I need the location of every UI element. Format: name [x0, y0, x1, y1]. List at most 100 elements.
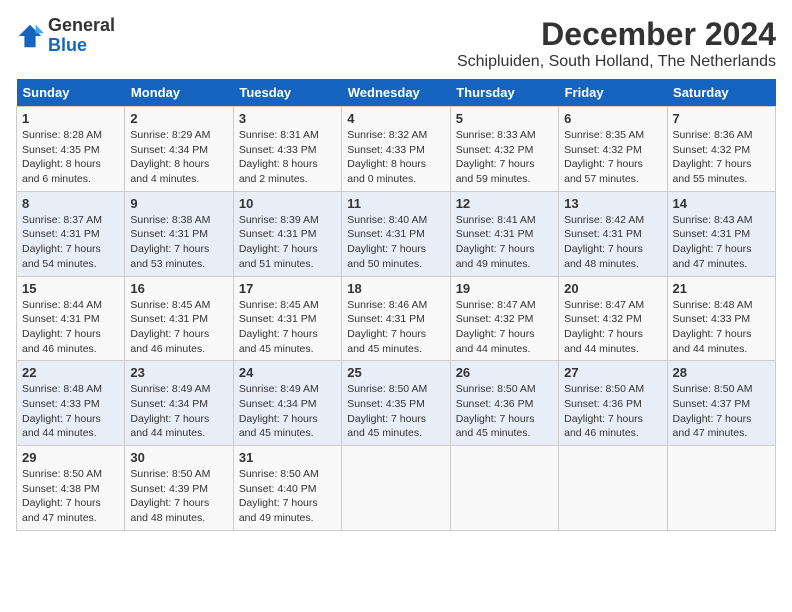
day-number: 25 — [347, 365, 444, 380]
calendar-cell: 23 Sunrise: 8:49 AMSunset: 4:34 PMDayligh… — [125, 361, 233, 446]
day-info: Sunrise: 8:50 AMSunset: 4:36 PMDaylight:… — [564, 382, 661, 441]
day-number: 14 — [673, 196, 770, 211]
calendar-cell: 15 Sunrise: 8:44 AMSunset: 4:31 PMDayligh… — [17, 276, 125, 361]
day-info: Sunrise: 8:50 AMSunset: 4:38 PMDaylight:… — [22, 467, 119, 526]
day-info: Sunrise: 8:40 AMSunset: 4:31 PMDaylight:… — [347, 213, 444, 272]
day-header-saturday: Saturday — [667, 79, 775, 107]
calendar-cell: 9 Sunrise: 8:38 AMSunset: 4:31 PMDaylight… — [125, 191, 233, 276]
calendar-cell: 11Sunrise: 8:40 AMSunset: 4:31 PMDayligh… — [342, 191, 450, 276]
day-number: 15 — [22, 281, 119, 296]
day-header-thursday: Thursday — [450, 79, 558, 107]
calendar-cell: 26Sunrise: 8:50 AMSunset: 4:36 PMDayligh… — [450, 361, 558, 446]
logo-general: General — [48, 15, 115, 35]
day-info: Sunrise: 8:47 AMSunset: 4:32 PMDaylight:… — [564, 298, 661, 357]
day-number: 21 — [673, 281, 770, 296]
day-info: Sunrise: 8:33 AMSunset: 4:32 PMDaylight:… — [456, 128, 553, 187]
calendar-cell — [667, 446, 775, 531]
day-info: Sunrise: 8:50 AMSunset: 4:35 PMDaylight:… — [347, 382, 444, 441]
day-info: Sunrise: 8:48 AMSunset: 4:33 PMDaylight:… — [673, 298, 770, 357]
day-number: 4 — [347, 111, 444, 126]
day-number: 10 — [239, 196, 336, 211]
day-info: Sunrise: 8:49 AMSunset: 4:34 PMDaylight:… — [130, 382, 227, 441]
calendar-cell — [559, 446, 667, 531]
calendar-cell: 24Sunrise: 8:49 AMSunset: 4:34 PMDayligh… — [233, 361, 341, 446]
week-row-4: 22 Sunrise: 8:48 AMSunset: 4:33 PMDayligh… — [17, 361, 776, 446]
calendar-cell: 29 Sunrise: 8:50 AMSunset: 4:38 PMDayligh… — [17, 446, 125, 531]
calendar-cell — [450, 446, 558, 531]
calendar-title: December 2024 — [457, 16, 776, 53]
calendar-cell: 5 Sunrise: 8:33 AMSunset: 4:32 PMDaylight… — [450, 107, 558, 192]
day-info: Sunrise: 8:38 AMSunset: 4:31 PMDaylight:… — [130, 213, 227, 272]
day-number: 19 — [456, 281, 553, 296]
day-number: 28 — [673, 365, 770, 380]
day-info: Sunrise: 8:45 AMSunset: 4:31 PMDaylight:… — [130, 298, 227, 357]
calendar-cell: 18Sunrise: 8:46 AMSunset: 4:31 PMDayligh… — [342, 276, 450, 361]
day-number: 18 — [347, 281, 444, 296]
day-header-tuesday: Tuesday — [233, 79, 341, 107]
day-info: Sunrise: 8:28 AMSunset: 4:35 PMDaylight:… — [22, 128, 119, 187]
calendar-cell: 16 Sunrise: 8:45 AMSunset: 4:31 PMDayligh… — [125, 276, 233, 361]
day-number: 20 — [564, 281, 661, 296]
day-header-friday: Friday — [559, 79, 667, 107]
calendar-cell: 19 Sunrise: 8:47 AMSunset: 4:32 PMDayligh… — [450, 276, 558, 361]
calendar-cell: 30Sunrise: 8:50 AMSunset: 4:39 PMDayligh… — [125, 446, 233, 531]
day-info: Sunrise: 8:43 AMSunset: 4:31 PMDaylight:… — [673, 213, 770, 272]
week-row-1: 1 Sunrise: 8:28 AMSunset: 4:35 PMDaylight… — [17, 107, 776, 192]
days-header-row: SundayMondayTuesdayWednesdayThursdayFrid… — [17, 79, 776, 107]
calendar-cell: 6Sunrise: 8:35 AMSunset: 4:32 PMDaylight… — [559, 107, 667, 192]
day-header-monday: Monday — [125, 79, 233, 107]
day-number: 1 — [22, 111, 119, 126]
calendar-cell: 8Sunrise: 8:37 AMSunset: 4:31 PMDaylight… — [17, 191, 125, 276]
calendar-cell: 20 Sunrise: 8:47 AMSunset: 4:32 PMDayligh… — [559, 276, 667, 361]
day-number: 3 — [239, 111, 336, 126]
week-row-3: 15 Sunrise: 8:44 AMSunset: 4:31 PMDayligh… — [17, 276, 776, 361]
calendar-cell: 17Sunrise: 8:45 AMSunset: 4:31 PMDayligh… — [233, 276, 341, 361]
day-number: 31 — [239, 450, 336, 465]
calendar-cell: 22 Sunrise: 8:48 AMSunset: 4:33 PMDayligh… — [17, 361, 125, 446]
logo-text: General Blue — [48, 16, 115, 56]
day-header-sunday: Sunday — [17, 79, 125, 107]
day-info: Sunrise: 8:42 AMSunset: 4:31 PMDaylight:… — [564, 213, 661, 272]
day-info: Sunrise: 8:50 AMSunset: 4:40 PMDaylight:… — [239, 467, 336, 526]
day-number: 5 — [456, 111, 553, 126]
calendar-subtitle: Schipluiden, South Holland, The Netherla… — [457, 53, 776, 71]
day-number: 16 — [130, 281, 227, 296]
calendar-cell: 2Sunrise: 8:29 AMSunset: 4:34 PMDaylight… — [125, 107, 233, 192]
calendar-cell — [342, 446, 450, 531]
day-info: Sunrise: 8:50 AMSunset: 4:37 PMDaylight:… — [673, 382, 770, 441]
day-info: Sunrise: 8:41 AMSunset: 4:31 PMDaylight:… — [456, 213, 553, 272]
day-info: Sunrise: 8:36 AMSunset: 4:32 PMDaylight:… — [673, 128, 770, 187]
day-info: Sunrise: 8:31 AMSunset: 4:33 PMDaylight:… — [239, 128, 336, 187]
day-number: 29 — [22, 450, 119, 465]
calendar-cell: 28 Sunrise: 8:50 AMSunset: 4:37 PMDayligh… — [667, 361, 775, 446]
day-number: 12 — [456, 196, 553, 211]
calendar-cell: 7 Sunrise: 8:36 AMSunset: 4:32 PMDaylight… — [667, 107, 775, 192]
day-info: Sunrise: 8:48 AMSunset: 4:33 PMDaylight:… — [22, 382, 119, 441]
logo-blue: Blue — [48, 35, 87, 55]
day-header-wednesday: Wednesday — [342, 79, 450, 107]
day-number: 26 — [456, 365, 553, 380]
calendar-cell: 3 Sunrise: 8:31 AMSunset: 4:33 PMDaylight… — [233, 107, 341, 192]
day-number: 23 — [130, 365, 227, 380]
day-number: 22 — [22, 365, 119, 380]
day-info: Sunrise: 8:29 AMSunset: 4:34 PMDaylight:… — [130, 128, 227, 187]
day-number: 13 — [564, 196, 661, 211]
day-info: Sunrise: 8:32 AMSunset: 4:33 PMDaylight:… — [347, 128, 444, 187]
day-number: 27 — [564, 365, 661, 380]
day-info: Sunrise: 8:39 AMSunset: 4:31 PMDaylight:… — [239, 213, 336, 272]
logo-icon — [16, 22, 44, 50]
calendar-cell: 4 Sunrise: 8:32 AMSunset: 4:33 PMDaylight… — [342, 107, 450, 192]
day-number: 7 — [673, 111, 770, 126]
calendar-cell: 25 Sunrise: 8:50 AMSunset: 4:35 PMDayligh… — [342, 361, 450, 446]
week-row-5: 29 Sunrise: 8:50 AMSunset: 4:38 PMDayligh… — [17, 446, 776, 531]
day-number: 9 — [130, 196, 227, 211]
week-row-2: 8Sunrise: 8:37 AMSunset: 4:31 PMDaylight… — [17, 191, 776, 276]
header: General Blue December 2024 Schipluiden, … — [16, 16, 776, 71]
logo: General Blue — [16, 16, 115, 56]
day-info: Sunrise: 8:37 AMSunset: 4:31 PMDaylight:… — [22, 213, 119, 272]
calendar-cell: 10 Sunrise: 8:39 AMSunset: 4:31 PMDayligh… — [233, 191, 341, 276]
day-info: Sunrise: 8:47 AMSunset: 4:32 PMDaylight:… — [456, 298, 553, 357]
day-info: Sunrise: 8:44 AMSunset: 4:31 PMDaylight:… — [22, 298, 119, 357]
day-number: 30 — [130, 450, 227, 465]
calendar-table: SundayMondayTuesdayWednesdayThursdayFrid… — [16, 79, 776, 531]
